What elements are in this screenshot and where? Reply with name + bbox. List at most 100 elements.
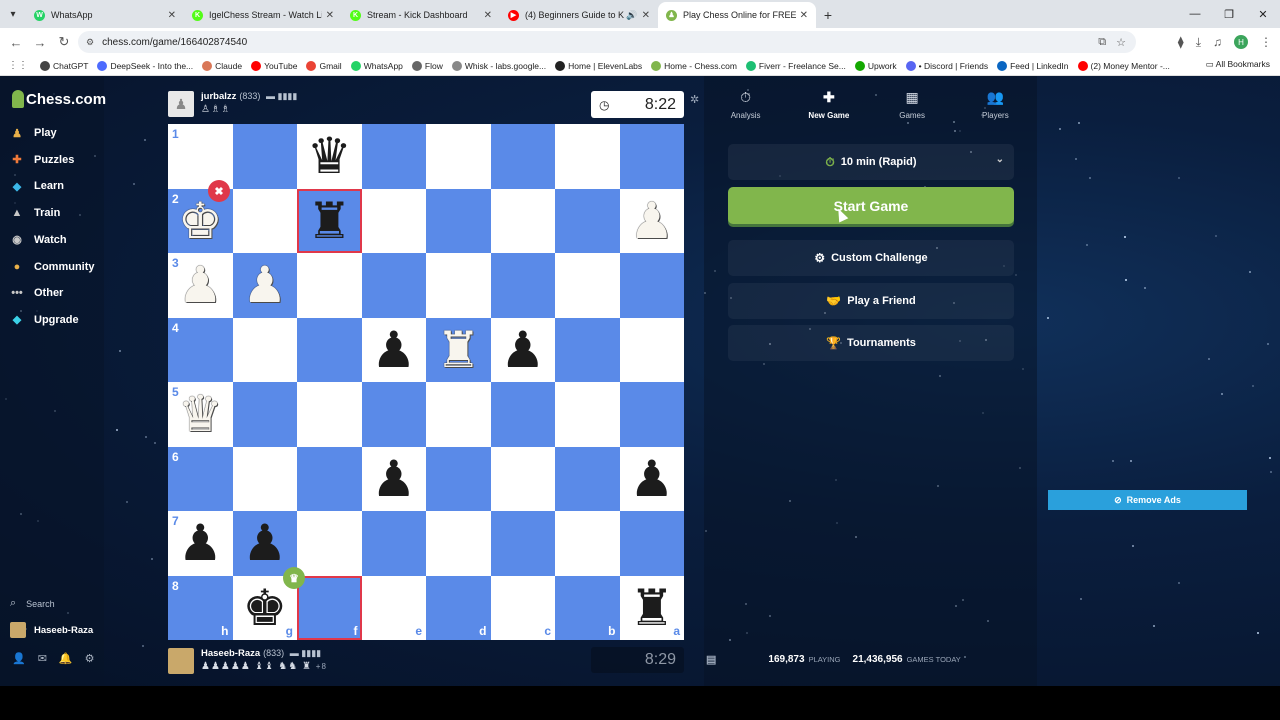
board-square[interactable]: ♟ [232, 253, 297, 318]
black-pawn-icon[interactable]: ♟ [629, 454, 674, 504]
board-square[interactable]: e [361, 575, 426, 640]
minimize-button[interactable]: — [1178, 0, 1212, 28]
board-square[interactable] [426, 188, 491, 253]
board-square[interactable] [232, 317, 297, 382]
black-queen-icon[interactable]: ♛ [307, 131, 352, 181]
board-square[interactable] [555, 317, 620, 382]
black-pawn-icon[interactable]: ♟ [178, 518, 223, 568]
board-square[interactable] [297, 382, 362, 447]
black-king-icon[interactable]: ♚ [242, 583, 287, 633]
tab-players[interactable]: 👥 Players [955, 76, 1035, 132]
new-tab-button[interactable]: + [816, 2, 840, 28]
board-square[interactable] [297, 317, 362, 382]
sidebar-item-watch[interactable]: ◉ Watch [10, 233, 66, 247]
board-square[interactable] [297, 253, 362, 318]
bookmark-item[interactable]: ChatGPT [40, 60, 88, 71]
board-square[interactable] [490, 253, 555, 318]
tournaments-button[interactable]: 🏆 Tournaments [728, 325, 1014, 361]
tab-close-icon[interactable]: ✕ [326, 10, 334, 21]
sidebar-item-train[interactable]: ▲ Train [10, 206, 61, 220]
audio-playing-icon[interactable]: 🔊 [626, 10, 637, 21]
board-square[interactable] [619, 382, 684, 447]
board-square[interactable]: ♛ [297, 124, 362, 189]
bottom-player-avatar[interactable] [168, 648, 194, 674]
chesscom-logo[interactable]: Chess.com [12, 90, 106, 108]
bookmark-item[interactable]: YouTube [251, 60, 297, 71]
black-pawn-icon[interactable]: ♟ [500, 325, 545, 375]
sidebar-item-puzzles[interactable]: ✚ Puzzles [10, 153, 74, 167]
board-square[interactable] [232, 188, 297, 253]
board-square[interactable] [361, 124, 426, 189]
browser-tab[interactable]: ▶ (4) Beginners Guide to Kick Stre🔊 ✕ [500, 2, 658, 28]
sidebar-item-play[interactable]: ♟ Play [10, 126, 57, 140]
board-square[interactable]: c [490, 575, 555, 640]
black-rook-icon[interactable]: ♜ [307, 196, 352, 246]
tab-games[interactable]: ▦ Games [872, 76, 952, 132]
board-square[interactable]: d [426, 575, 491, 640]
board-square[interactable]: a ♜ [619, 575, 684, 640]
bookmark-item[interactable]: WhatsApp [350, 60, 403, 71]
remove-ads-button[interactable]: ⊘ Remove Ads [1048, 490, 1247, 510]
board-square[interactable]: ♟ [490, 317, 555, 382]
board-square[interactable] [619, 317, 684, 382]
settings-icon[interactable]: ⚙ [85, 652, 95, 665]
board-square[interactable] [490, 188, 555, 253]
browser-tab[interactable]: K IgelChess Stream - Watch Live ✕ [184, 2, 342, 28]
board-square[interactable] [426, 382, 491, 447]
chess-board[interactable]: 1 ♛ 2 ♚ ♜ ♟ 3 ♟ ♟ 4 ♟ ♜ ♟ 5 ♛ 6 ♟ ♟ 7 ♟ ♟ 8 h g ♚ f e d c b a ♜ [168, 124, 684, 640]
bookmark-item[interactable]: Gmail [306, 60, 342, 71]
board-square[interactable] [619, 253, 684, 318]
board-square[interactable] [297, 511, 362, 576]
black-pawn-icon[interactable]: ♟ [242, 518, 287, 568]
board-square[interactable] [232, 446, 297, 511]
board-square[interactable] [426, 446, 491, 511]
bookmark-item[interactable]: DeepSeek - Into the... [97, 60, 193, 71]
black-pawn-icon[interactable]: ♟ [371, 454, 416, 504]
board-square[interactable]: ♟ [361, 317, 426, 382]
board-square[interactable] [232, 382, 297, 447]
tab-close-icon[interactable]: ✕ [168, 10, 176, 21]
bookmark-item[interactable]: Home - Chess.com [651, 60, 737, 71]
board-square[interactable]: 3 ♟ [168, 253, 233, 318]
browser-tab[interactable]: K Stream - Kick Dashboard ✕ [342, 2, 500, 28]
board-square[interactable] [232, 124, 297, 189]
black-rook-icon[interactable]: ♜ [629, 583, 674, 633]
board-square[interactable] [426, 253, 491, 318]
board-square[interactable] [361, 511, 426, 576]
board-square[interactable]: b [555, 575, 620, 640]
download-icon[interactable]: ⤓ [1196, 35, 1201, 50]
bookmark-item[interactable]: Fiverr - Freelance Se... [745, 60, 846, 71]
all-bookmarks[interactable]: ▭ All Bookmarks [1206, 59, 1270, 70]
bookmark-item[interactable]: • Discord | Friends [905, 60, 988, 71]
board-square[interactable] [490, 446, 555, 511]
bookmark-item[interactable]: Flow [411, 60, 443, 71]
maximize-button[interactable]: ❐ [1212, 0, 1246, 28]
white-pawn-icon[interactable]: ♟ [629, 196, 674, 246]
top-player-name[interactable]: jurbalzz [201, 91, 236, 102]
board-square[interactable] [555, 446, 620, 511]
board-square[interactable]: 4 [168, 317, 233, 382]
browser-tab[interactable]: ♟ Play Chess Online for FREE - 2 P ✕ [658, 2, 816, 28]
custom-challenge-button[interactable]: ⚙ Custom Challenge [728, 240, 1014, 276]
board-square[interactable] [555, 382, 620, 447]
bookmark-item[interactable]: Upwork [854, 60, 897, 71]
board-square[interactable]: 7 ♟ [168, 511, 233, 576]
board-square[interactable] [619, 511, 684, 576]
forward-button[interactable]: → [28, 30, 52, 54]
tab-close-icon[interactable]: ✕ [642, 10, 650, 21]
board-square[interactable] [555, 511, 620, 576]
bookmark-item[interactable]: Whisk - labs.google... [451, 60, 546, 71]
white-pawn-icon[interactable]: ♟ [242, 260, 287, 310]
bookmark-star-icon[interactable]: ☆ [1116, 36, 1126, 49]
board-square[interactable]: ♟ [232, 511, 297, 576]
tab-close-icon[interactable]: ✕ [800, 10, 808, 21]
board-square[interactable] [361, 253, 426, 318]
tab-search-button[interactable]: ▾ [0, 0, 26, 28]
sidebar-item-learn[interactable]: ◆ Learn [10, 179, 64, 193]
notifications-icon[interactable]: 🔔 [59, 652, 73, 665]
board-square[interactable] [490, 511, 555, 576]
bottom-player-name[interactable]: Haseeb-Raza [201, 648, 260, 659]
extensions-icon[interactable]: ⧫ [1178, 35, 1184, 49]
board-square[interactable]: 5 ♛ [168, 382, 233, 447]
board-square[interactable]: ♟ [361, 446, 426, 511]
